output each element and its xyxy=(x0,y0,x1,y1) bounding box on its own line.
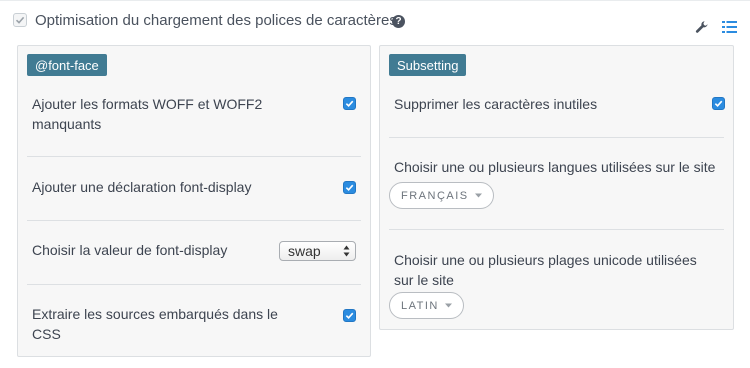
top-divider xyxy=(0,0,750,1)
font-display-label: Ajouter une déclaration font-display xyxy=(32,179,252,195)
font-face-panel: @font-face Ajouter les formats WOFF et W… xyxy=(17,45,371,357)
select-arrows-icon xyxy=(343,245,350,257)
feature-enable-checkbox[interactable] xyxy=(13,13,27,27)
section-title: Optimisation du chargement des polices d… xyxy=(35,12,397,29)
remove-chars-row: Supprimer les caractères inutiles xyxy=(389,92,725,137)
woff-checkbox[interactable] xyxy=(343,97,356,110)
checkmark-icon xyxy=(345,184,354,192)
unicode-label: Choisir une ou plusieurs plages unicode … xyxy=(394,252,697,288)
caret-down-icon xyxy=(474,193,482,198)
checkmark-icon xyxy=(345,312,354,320)
extract-row: Extraire les sources embarqués dans le C… xyxy=(27,285,361,351)
languages-row: Choisir une ou plusieurs langues utilisé… xyxy=(389,138,724,229)
subsetting-badge: Subsetting xyxy=(389,54,467,76)
font-face-badge: @font-face xyxy=(27,54,107,76)
remove-chars-label: Supprimer les caractères inutiles xyxy=(394,96,598,112)
checkmark-icon xyxy=(15,16,25,24)
woff-row: Ajouter les formats WOFF et WOFF2 manqua… xyxy=(27,92,361,156)
checkmark-icon xyxy=(714,100,723,108)
woff-label: Ajouter les formats WOFF et WOFF2 manqua… xyxy=(32,96,263,132)
list-icon[interactable] xyxy=(722,20,737,34)
caret-down-icon xyxy=(444,303,452,308)
help-icon[interactable]: ? xyxy=(392,15,405,28)
font-display-row: Ajouter une déclaration font-display xyxy=(27,157,361,220)
remove-chars-checkbox[interactable] xyxy=(712,97,725,110)
languages-label: Choisir une ou plusieurs langues utilisé… xyxy=(394,159,716,175)
subsetting-panel: Subsetting Supprimer les caractères inut… xyxy=(379,45,734,330)
extract-label: Extraire les sources embarqués dans le C… xyxy=(32,306,278,342)
unicode-row: Choisir une ou plusieurs plages unicode … xyxy=(389,230,724,326)
unicode-select[interactable]: LATIN xyxy=(389,292,464,319)
languages-select-value: FRANÇAIS xyxy=(401,189,469,202)
languages-select[interactable]: FRANÇAIS xyxy=(389,182,494,209)
font-display-checkbox[interactable] xyxy=(343,181,356,194)
extract-checkbox[interactable] xyxy=(343,309,356,322)
unicode-select-value: LATIN xyxy=(401,299,439,312)
font-display-value-label: Choisir la valeur de font-display xyxy=(32,242,228,258)
font-display-select[interactable]: swap xyxy=(279,241,356,261)
font-display-select-value: swap xyxy=(288,243,321,259)
font-display-value-row: Choisir la valeur de font-display swap xyxy=(27,221,361,284)
wrench-icon[interactable] xyxy=(695,20,709,34)
checkmark-icon xyxy=(345,100,354,108)
